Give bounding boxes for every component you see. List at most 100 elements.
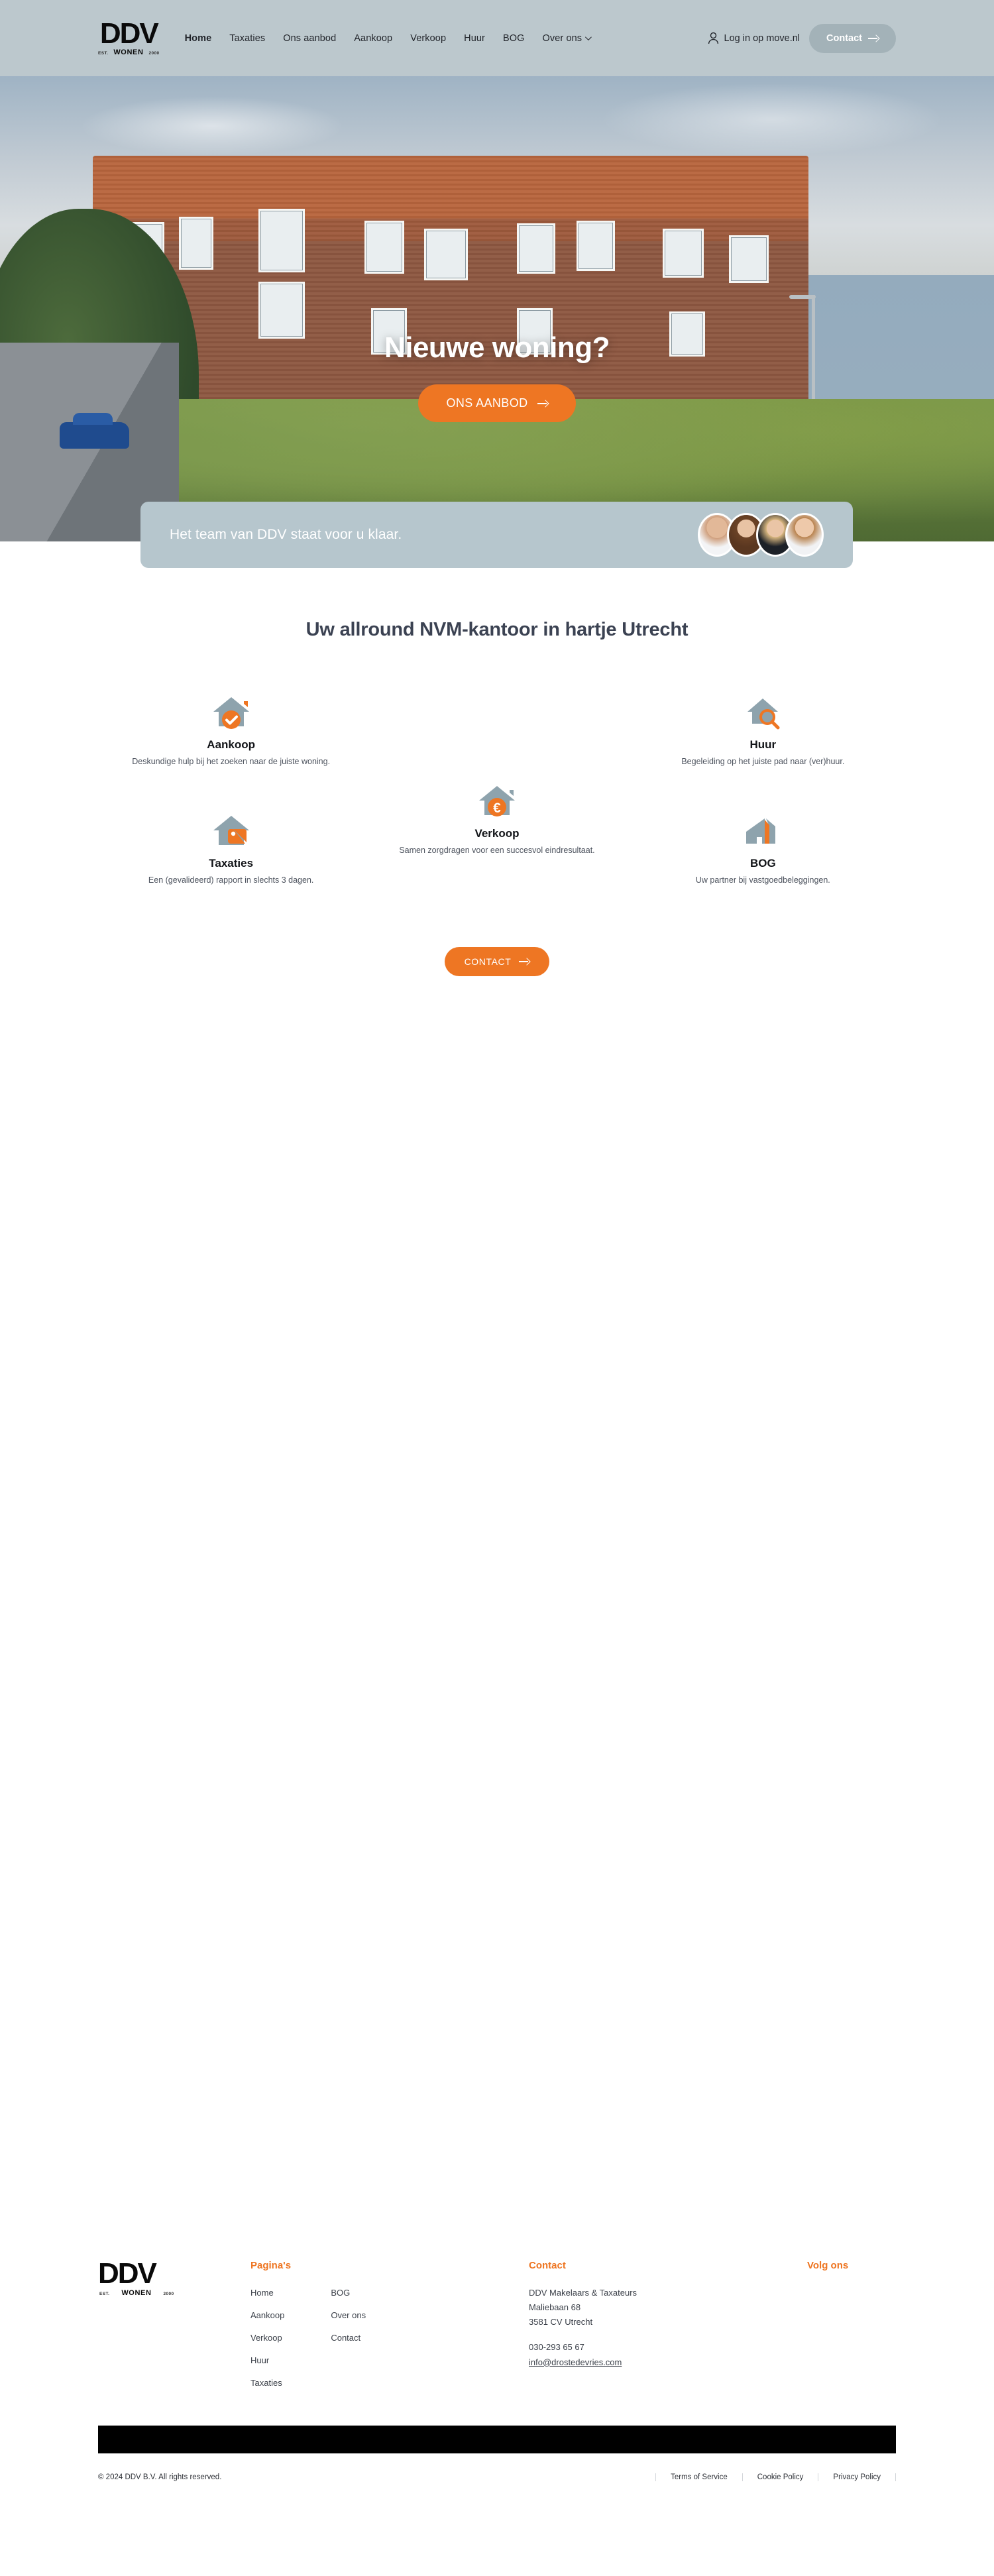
services-cta-wrap: CONTACT bbox=[0, 946, 994, 976]
arrow-right-icon bbox=[537, 400, 548, 407]
nav-item-aankoop[interactable]: Aankoop bbox=[354, 33, 392, 44]
header-actions: Log in op move.nl Contact bbox=[708, 23, 896, 53]
footer-black-bar bbox=[98, 2425, 896, 2453]
nav-item-over-ons[interactable]: Over ons bbox=[542, 32, 592, 44]
hero-section: Nieuwe woning? ONS AANBOD bbox=[0, 76, 994, 541]
footer-logo-col: DDV EST. WONEN 2000 bbox=[98, 2257, 250, 2400]
footer-link-aankoop[interactable]: Aankoop bbox=[250, 2310, 284, 2320]
site-header: DDV EST. WONEN 2000 Home Taxaties Ons aa… bbox=[0, 0, 994, 76]
footer-pages-title: Pagina's bbox=[250, 2259, 292, 2271]
logo-wonen-label: WONEN bbox=[113, 48, 144, 56]
legal-link-cookie[interactable]: Cookie Policy bbox=[743, 2473, 819, 2481]
service-desc: Een (gevalideerd) rapport in slechts 3 d… bbox=[148, 875, 314, 885]
logo-est-label: EST. bbox=[98, 50, 109, 56]
footer-pages-subcol-1: Home Aankoop Verkoop Huur Taxaties bbox=[250, 2288, 284, 2400]
nav-item-over-ons-label: Over ons bbox=[542, 32, 582, 44]
arrow-right-icon bbox=[519, 958, 529, 965]
legal-link-terms[interactable]: Terms of Service bbox=[655, 2473, 743, 2481]
team-banner[interactable]: Het team van DDV staat voor u klaar. bbox=[140, 502, 853, 568]
header-contact-button[interactable]: Contact bbox=[809, 23, 896, 53]
legal-link-privacy[interactable]: Privacy Policy bbox=[818, 2473, 896, 2481]
hero-content: Nieuwe woning? ONS AANBOD bbox=[0, 331, 994, 422]
hero-car bbox=[60, 413, 129, 449]
legal-links: Terms of Service Cookie Policy Privacy P… bbox=[655, 2473, 896, 2481]
service-card-taxaties[interactable]: Taxaties Een (gevalideerd) rapport in sl… bbox=[98, 809, 364, 887]
services-section: Uw allround NVM-kantoor in hartje Utrech… bbox=[0, 589, 994, 976]
nav-item-ons-aanbod[interactable]: Ons aanbod bbox=[283, 33, 336, 44]
footer-link-bog[interactable]: BOG bbox=[331, 2288, 366, 2298]
nav-item-huur[interactable]: Huur bbox=[464, 33, 485, 44]
footer-link-verkoop[interactable]: Verkoop bbox=[250, 2333, 284, 2343]
logo-year-label: 2000 bbox=[148, 50, 160, 56]
service-name: BOG bbox=[749, 857, 776, 870]
nav-item-verkoop[interactable]: Verkoop bbox=[410, 33, 446, 44]
hero-cta-label: ONS AANBOD bbox=[446, 396, 528, 410]
chevron-down-icon bbox=[585, 34, 592, 41]
main-nav: Home Taxaties Ons aanbod Aankoop Verkoop… bbox=[185, 32, 592, 44]
footer-logo-wordmark: DDV bbox=[98, 2257, 157, 2290]
footer-contact-phone[interactable]: 030-293 65 67 bbox=[529, 2342, 807, 2352]
nav-item-home[interactable]: Home bbox=[185, 33, 212, 44]
avatar[interactable] bbox=[785, 513, 824, 557]
team-banner-text: Het team van DDV staat voor u klaar. bbox=[170, 527, 402, 542]
footer-contact-col: Contact DDV Makelaars & Taxateurs Malieb… bbox=[529, 2260, 807, 2400]
hero-title: Nieuwe woning? bbox=[384, 331, 610, 364]
footer-link-contact[interactable]: Contact bbox=[331, 2333, 366, 2343]
service-name: Huur bbox=[749, 738, 777, 751]
footer-pages-links: Home Aankoop Verkoop Huur Taxaties BOG O… bbox=[250, 2288, 529, 2400]
service-name: Taxaties bbox=[209, 857, 254, 870]
footer-contact-street: Maliebaan 68 bbox=[529, 2302, 581, 2312]
service-name: Aankoop bbox=[207, 738, 256, 751]
service-desc: Deskundige hulp bij het zoeken naar de j… bbox=[132, 757, 331, 766]
service-desc: Samen zorgdragen voor een succesvol eind… bbox=[399, 845, 595, 855]
footer-link-huur[interactable]: Huur bbox=[250, 2355, 284, 2365]
footer-follow-title: Volg ons bbox=[807, 2259, 849, 2271]
header-contact-label: Contact bbox=[826, 32, 862, 44]
login-link[interactable]: Log in op move.nl bbox=[708, 32, 800, 44]
services-contact-button[interactable]: CONTACT bbox=[444, 946, 550, 976]
footer-contact-city: 3581 CV Utrecht bbox=[529, 2316, 593, 2327]
footer-follow-col: Volg ons bbox=[807, 2260, 896, 2400]
nav-item-taxaties[interactable]: Taxaties bbox=[229, 33, 265, 44]
services-column-left: Aankoop Deskundige hulp bij het zoeken n… bbox=[98, 691, 364, 928]
service-card-bog[interactable]: BOG Uw partner bij vastgoedbeleggingen. bbox=[630, 809, 896, 887]
house-search-icon bbox=[662, 691, 864, 732]
house-tag-icon bbox=[130, 809, 332, 850]
footer-logo-subline: EST. WONEN 2000 bbox=[98, 2289, 250, 2297]
service-card-huur[interactable]: Huur Begeleiding op het juiste pad naar … bbox=[630, 691, 896, 768]
site-footer: DDV EST. WONEN 2000 Pagina's Home Aankoo… bbox=[0, 2218, 994, 2453]
buildings-icon bbox=[662, 809, 864, 850]
copyright-text: © 2024 DDV B.V. All rights reserved. bbox=[98, 2473, 222, 2481]
footer-pages-col: Pagina's Home Aankoop Verkoop Huur Taxat… bbox=[250, 2260, 529, 2400]
site-logo[interactable]: DDV EST. WONEN 2000 bbox=[98, 17, 160, 56]
legal-bar: © 2024 DDV B.V. All rights reserved. Ter… bbox=[0, 2453, 994, 2501]
footer-contact-spacer bbox=[529, 2331, 807, 2342]
team-avatars bbox=[698, 513, 824, 557]
logo-subline: EST. WONEN 2000 bbox=[98, 48, 160, 56]
page-blank-area bbox=[0, 976, 994, 2219]
services-grid: Aankoop Deskundige hulp bij het zoeken n… bbox=[98, 691, 896, 928]
service-desc: Uw partner bij vastgoedbeleggingen. bbox=[695, 875, 830, 885]
footer-logo-wonen-label: WONEN bbox=[121, 2288, 152, 2297]
footer-link-home[interactable]: Home bbox=[250, 2288, 284, 2298]
logo-wordmark: DDV bbox=[99, 17, 159, 50]
footer-link-over-ons[interactable]: Over ons bbox=[331, 2310, 366, 2320]
hero-cta-button[interactable]: ONS AANBOD bbox=[418, 384, 576, 422]
service-card-aankoop[interactable]: Aankoop Deskundige hulp bij het zoeken n… bbox=[98, 691, 364, 768]
svg-text:€: € bbox=[493, 801, 501, 816]
footer-link-taxaties[interactable]: Taxaties bbox=[250, 2378, 284, 2388]
service-name: Verkoop bbox=[474, 826, 520, 840]
arrow-right-icon bbox=[868, 35, 879, 42]
page-title: Uw allround NVM-kantoor in hartje Utrech… bbox=[305, 619, 689, 640]
nav-item-bog[interactable]: BOG bbox=[503, 33, 525, 44]
footer-contact-email[interactable]: info@drostedevries.com bbox=[529, 2357, 622, 2367]
footer-grid: DDV EST. WONEN 2000 Pagina's Home Aankoo… bbox=[98, 2257, 896, 2400]
team-banner-band: Het team van DDV staat voor u klaar. bbox=[0, 502, 994, 589]
service-desc: Begeleiding op het juiste pad naar (ver)… bbox=[681, 757, 845, 766]
footer-logo-year-label: 2000 bbox=[163, 2291, 174, 2296]
services-contact-label: CONTACT bbox=[464, 956, 512, 967]
user-icon bbox=[708, 32, 718, 44]
footer-pages-subcol-2: BOG Over ons Contact bbox=[331, 2288, 366, 2400]
services-column-middle: € Verkoop Samen zorgdragen voor een succ… bbox=[364, 691, 630, 928]
service-card-verkoop[interactable]: € Verkoop Samen zorgdragen voor een succ… bbox=[364, 779, 630, 857]
